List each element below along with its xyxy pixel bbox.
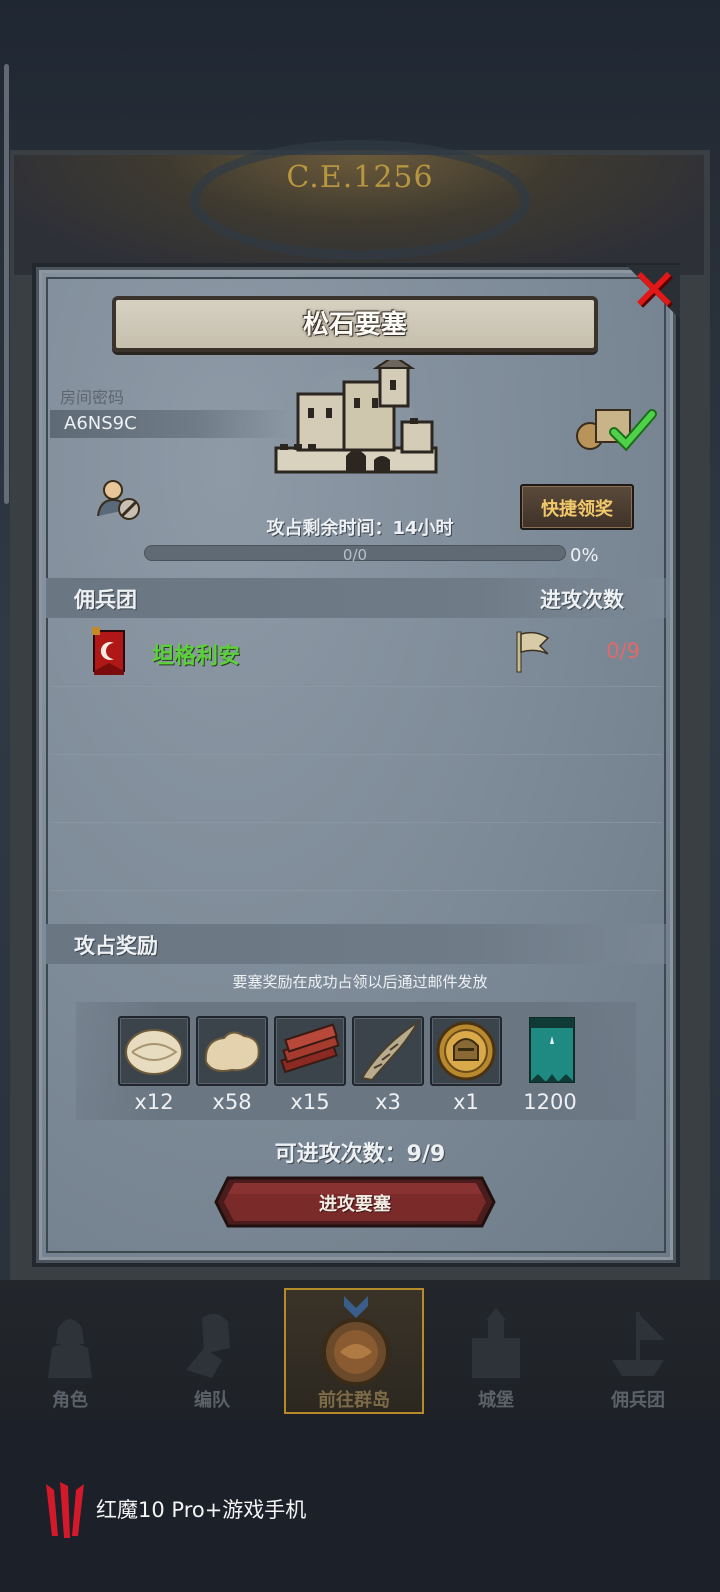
time-remaining: 攻占剩余时间：14小时	[266, 518, 454, 539]
room-code[interactable]: A6NS9C	[64, 413, 137, 434]
reward-qty: x15	[290, 1090, 330, 1114]
wood-planks-icon	[280, 1023, 340, 1074]
reward-item[interactable]	[118, 1016, 190, 1086]
attacks-available: 可进攻次数：9/9	[274, 1142, 446, 1167]
red-crescent-banner-icon	[92, 627, 125, 675]
reward-qty: 1200	[523, 1090, 577, 1114]
formation-icon	[186, 1313, 230, 1378]
knight-helmet-medal-icon	[436, 1021, 496, 1081]
row-divider	[50, 754, 662, 755]
castle-icon	[274, 360, 438, 474]
era-label: C.E.1256	[286, 160, 434, 195]
red-magic-logo-icon	[46, 1482, 84, 1538]
progress-percent: 0%	[570, 545, 599, 566]
reward-qty: x12	[134, 1090, 174, 1114]
no-user-icon[interactable]	[96, 476, 142, 522]
nav-label-islands[interactable]: 前往群岛	[284, 1386, 424, 1412]
reward-qty: x58	[212, 1090, 252, 1114]
mercenary-header: 佣兵团	[74, 588, 137, 612]
reward-qty: x3	[375, 1090, 401, 1114]
mercenary-attack-count: 0/9	[606, 639, 640, 663]
row-divider	[50, 822, 662, 823]
nav-label-formation[interactable]: 编队	[142, 1386, 282, 1412]
mercenary-name[interactable]: 坦格利安	[152, 638, 240, 670]
attack-count-header: 进攻次数	[540, 588, 624, 612]
flag-icon	[516, 631, 550, 673]
fleece-icon	[204, 1031, 260, 1072]
close-x-icon[interactable]: ✕	[628, 261, 680, 319]
nav-label-character[interactable]: 角色	[0, 1386, 140, 1412]
islands-icon	[322, 1296, 390, 1386]
fur-pelt-icon	[125, 1029, 183, 1075]
system-scrollbar	[4, 64, 9, 504]
guild-banner-icon	[529, 1017, 575, 1083]
row-divider	[50, 686, 662, 687]
nav-label-mercenary[interactable]: 佣兵团	[568, 1386, 708, 1412]
reward-item[interactable]	[274, 1016, 346, 1086]
ship-icon	[612, 1311, 665, 1376]
reward-qty: x1	[453, 1090, 479, 1114]
progress-count: 0/0	[342, 546, 368, 564]
horn-icon	[360, 1019, 421, 1082]
reward-item[interactable]	[352, 1016, 424, 1086]
dialog-title: 松石要塞	[302, 310, 407, 340]
row-divider	[50, 890, 662, 891]
reward-item[interactable]	[196, 1016, 268, 1086]
rewards-header: 攻占奖励	[74, 934, 158, 958]
claimed-rewards-icon[interactable]	[574, 402, 658, 452]
rewards-note: 要塞奖励在成功占领以后通过邮件发放	[232, 973, 488, 991]
reward-item[interactable]	[516, 1016, 588, 1086]
castle-nav-icon	[472, 1308, 520, 1378]
mercenary-row[interactable]	[50, 622, 662, 684]
nav-label-castle[interactable]: 城堡	[426, 1386, 566, 1412]
attack-fortress-label[interactable]: 进攻要塞	[214, 1190, 496, 1216]
reward-item[interactable]	[430, 1016, 502, 1086]
brand-text: 红魔10 Pro+游戏手机	[96, 1498, 307, 1522]
room-password-label: 房间密码	[60, 388, 125, 407]
calendar-ring	[190, 140, 530, 260]
knight-icon	[48, 1319, 92, 1378]
